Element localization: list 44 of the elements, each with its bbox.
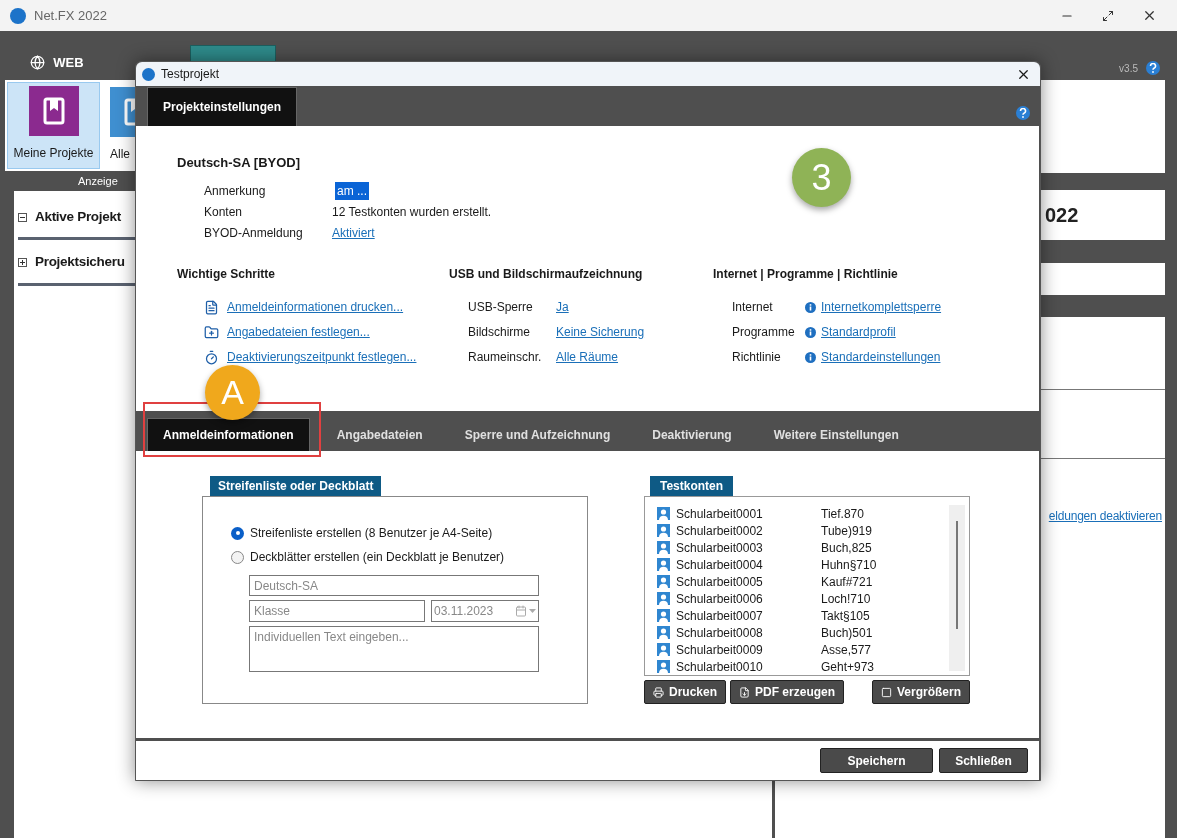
setting-label: Internet	[732, 299, 774, 316]
account-name: Schularbeit0009	[676, 641, 764, 659]
setting-label: Richtlinie	[732, 349, 782, 366]
setting-label: Programme	[732, 324, 796, 341]
radio-label: Streifenliste erstellen (8 Benutzer je A4-Seite)	[250, 525, 493, 542]
account-password: Huhn§710	[821, 556, 877, 574]
radio-label: Deckblätter erstellen (ein Deckblatt je Benutzer)	[250, 549, 505, 566]
account-name: Schularbeit0006	[676, 590, 764, 608]
account-name: Schularbeit0007	[676, 607, 764, 625]
setting-label: Raumeinschr.	[468, 349, 543, 366]
group-title: Streifenliste oder Deckblatt	[210, 476, 382, 496]
account-password: Asse,577	[821, 641, 872, 659]
version-label: v3.5	[1119, 61, 1138, 76]
detail-value: am ...	[335, 181, 369, 200]
account-password: Kauf#721	[821, 573, 873, 591]
account-password: Geht+973	[821, 658, 875, 675]
account-name: Schularbeit0003	[676, 539, 764, 557]
section-heading: USB und Bildschirmaufzeichnung	[449, 265, 644, 283]
detail-label: Anmerkung	[204, 182, 267, 200]
group-title: Testkonten	[650, 476, 734, 496]
account-name: Schularbeit0004	[676, 556, 764, 574]
account-password: Tief.870	[821, 505, 864, 523]
section-heading: Wichtige Schritte	[177, 265, 276, 283]
account-password: Loch!710	[821, 590, 871, 608]
setting-label: USB-Sperre	[468, 299, 534, 316]
detail-value: 12 Testkonten wurden erstellt.	[332, 203, 492, 221]
account-name: Schularbeit0008	[676, 624, 764, 642]
ribbon-group-label: Anzeige	[78, 173, 118, 189]
account-password: Buch,825	[821, 539, 872, 557]
account-password: Takt§105	[821, 607, 870, 625]
account-password: Tube)919	[821, 522, 872, 540]
detail-label: Konten	[204, 203, 244, 221]
account-name: Schularbeit0005	[676, 573, 764, 591]
section-heading: 022	[1044, 203, 1079, 228]
window-title: Net.FX 2022	[34, 6, 107, 25]
dialog-title: Testprojekt	[161, 66, 220, 83]
account-name: Schularbeit0010	[676, 658, 764, 675]
account-name: Schularbeit0002	[676, 522, 764, 540]
detail-label: BYOD-Anmeldung	[204, 224, 304, 242]
setting-label: Bildschirme	[468, 324, 531, 341]
section-heading: Internet | Programme | Richtlinie	[713, 265, 899, 283]
account-name: Schularbeit0001	[676, 505, 764, 523]
project-name: Deutsch-SA [BYOD]	[177, 154, 302, 172]
account-password: Buch)501	[821, 624, 873, 642]
